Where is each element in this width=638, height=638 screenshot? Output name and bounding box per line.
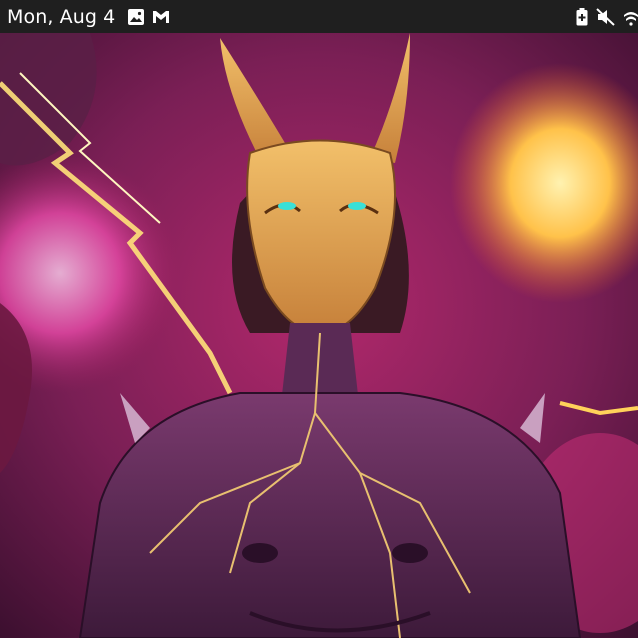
mute-icon	[596, 7, 616, 26]
wifi-icon	[624, 8, 638, 26]
phone-screen: Mon, Aug 4	[0, 0, 638, 638]
image-icon	[127, 8, 145, 26]
system-icons	[576, 0, 638, 33]
status-bar: Mon, Aug 4	[0, 0, 638, 33]
notification-icons	[127, 8, 171, 26]
status-date: Mon, Aug 4	[7, 5, 116, 28]
gmail-icon	[151, 9, 171, 25]
battery-saver-icon	[576, 7, 588, 26]
wallpaper-artwork	[0, 33, 638, 638]
